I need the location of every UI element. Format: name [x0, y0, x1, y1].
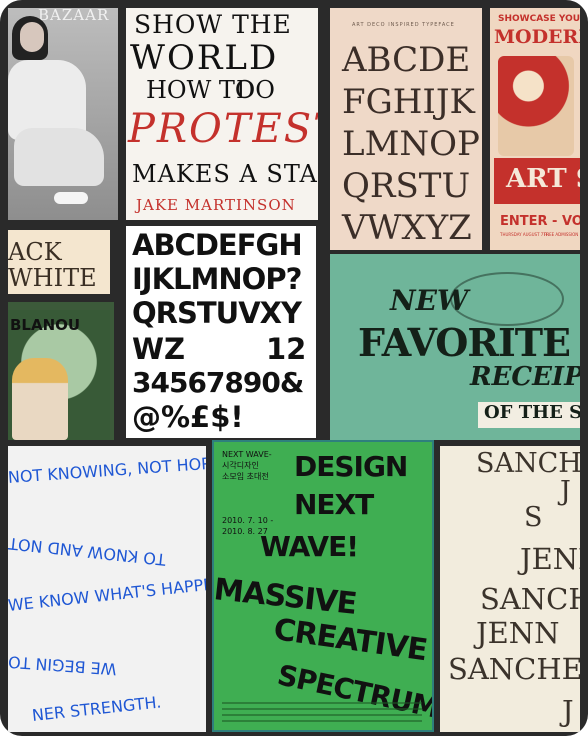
- typeface-header: ART DECO INSPIRED TYPEFACE: [352, 22, 455, 28]
- alphabet-row-1: ABCDE: [342, 40, 471, 80]
- jenn-line-4: JENN: [520, 542, 580, 576]
- modern-poster-small-left: THURSDAY AUGUST 7TH: [500, 232, 549, 237]
- alphabet-row-2: FGHIJK: [342, 82, 475, 122]
- jenn-line-2: J: [560, 476, 571, 507]
- poster-credit: JAKE MARTINSON: [136, 196, 296, 214]
- knowing-line-5: NER STRENGTH.: [31, 692, 163, 725]
- alphabet-row-5: VWXYZ: [342, 208, 472, 248]
- geo-row-3: QRSTUVXY: [132, 296, 302, 330]
- cook-title: FAVORITE COOK: [358, 320, 580, 365]
- cook-book-tile[interactable]: NEW FAVORITE COOK RECEIPT OF THE SH: [330, 254, 580, 440]
- model-trousers: [14, 128, 104, 186]
- bw-line-1: ACK: [8, 238, 62, 266]
- cook-new: NEW: [390, 284, 469, 317]
- fashion-photo-tile[interactable]: BAZAAR: [8, 8, 118, 220]
- jenn-line-6: JENN: [476, 616, 560, 650]
- knowing-line-4: WE BEGIN TO: [8, 652, 118, 679]
- black-white-tile[interactable]: ACK WHITE: [8, 230, 110, 294]
- not-knowing-tile[interactable]: NOT KNOWING, NOT HOPING TO KNOW AND NOT …: [8, 446, 206, 732]
- poster-line-1: SHOW THE: [134, 10, 292, 39]
- poster-line-5: PROTEST: [128, 106, 318, 152]
- geo-row-4: WZ: [132, 332, 186, 366]
- modern-poster-mid: ART SHOW: [506, 164, 580, 194]
- jenn-line-1: SANCHEZ: [476, 448, 580, 479]
- poster-line-2: WORLD: [130, 38, 279, 78]
- cook-sub: RECEIPT: [470, 362, 580, 392]
- model-shoe: [54, 192, 88, 204]
- poster-line-6: MAKES A STAND: [132, 160, 318, 188]
- next-wave-footnotes: [222, 702, 422, 726]
- big-word-2: NEXT: [294, 488, 374, 521]
- modern-poster-bottom: ENTER - VOTE: [500, 214, 580, 229]
- modern-poster-small-right: FREE ADMISSION: [544, 232, 579, 237]
- big-word-1: DESIGN: [294, 450, 408, 483]
- next-wave-tile[interactable]: NEXT WAVE- 시각디자인 소모임 초대전 2010. 7. 10 - 2…: [212, 440, 434, 732]
- model-face: [20, 22, 44, 52]
- geometric-alphabet-tile[interactable]: ABCDEFGH IJKLMNOP? QRSTUVXY WZ 12 345678…: [126, 226, 316, 438]
- modern-poster-top: SHOWCASE YOUR: [498, 14, 580, 24]
- geo-row-1: ABCDEFGH: [132, 228, 303, 262]
- nouveau-woman-illustration: [498, 56, 574, 156]
- modern-poster-tile[interactable]: SHOWCASE YOUR MODERN POSTER ART SHOW ENT…: [490, 8, 580, 250]
- jenn-sanchez-tile[interactable]: SANCHEZ J S JENN SANCH JENN SANCHEZ J: [440, 446, 580, 732]
- deco-alphabet-tile[interactable]: ART DECO INSPIRED TYPEFACE ABCDE FGHIJK …: [330, 8, 482, 250]
- cook-bottom: OF THE SH: [484, 402, 580, 423]
- jenn-line-3: S: [524, 502, 543, 533]
- knowing-line-3: WE KNOW WHAT'S HAPPENING: [8, 570, 206, 615]
- bw-line-2: WHITE: [8, 264, 97, 292]
- art-nouveau-tile[interactable]: BLANOU: [8, 302, 114, 440]
- geo-row-2: IJKLMNOP?: [132, 262, 302, 296]
- nouveau-text: BLANOU: [10, 316, 81, 334]
- knowing-line-1: NOT KNOWING, NOT HOPING: [8, 451, 206, 487]
- poster-line-4: DO: [236, 76, 275, 104]
- alphabet-row-3: LMNOP: [342, 124, 480, 164]
- alphabet-row-4: QRSTU: [342, 166, 471, 206]
- next-wave-korean-title: NEXT WAVE- 시각디자인 소모임 초대전: [222, 450, 272, 481]
- knowing-line-2: TO KNOW AND NOT: [8, 533, 167, 570]
- geo-row-symbols: @%£$!: [132, 400, 244, 434]
- geo-row-numbers-a: 12: [266, 332, 307, 366]
- geo-row-numbers-b: 34567890&: [132, 366, 304, 399]
- jenn-line-5: SANCH: [480, 582, 580, 616]
- nouveau-figure: [12, 358, 68, 440]
- big-word-3: WAVE!: [260, 530, 359, 563]
- magazine-masthead: BAZAAR: [38, 8, 110, 24]
- moodboard-frame: BAZAAR SHOW THE WORLD HOW TO DO PROTEST …: [0, 0, 588, 736]
- jenn-line-8: J: [562, 694, 574, 728]
- jenn-line-7: SANCHEZ: [448, 652, 580, 686]
- protest-poster-tile[interactable]: SHOW THE WORLD HOW TO DO PROTEST MAKES A…: [126, 8, 318, 220]
- modern-poster-title: MODERN POSTER: [494, 26, 580, 48]
